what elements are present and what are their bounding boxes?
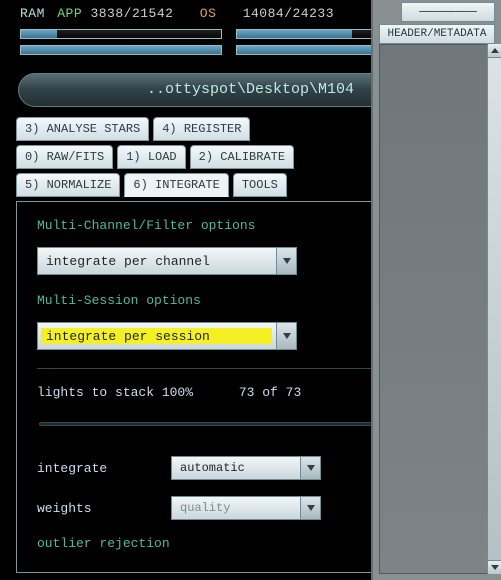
- meter-app: [20, 29, 222, 39]
- app-value: 3838/21542: [90, 6, 173, 21]
- os-label: OS: [200, 6, 217, 21]
- tab-load[interactable]: 1) LOAD: [117, 145, 185, 169]
- channel-mode-value: integrate per channel: [38, 254, 210, 269]
- session-mode-select[interactable]: integrate per session: [37, 322, 297, 350]
- channel-mode-select[interactable]: integrate per channel: [37, 247, 297, 275]
- tab-tools[interactable]: TOOLS: [233, 173, 287, 197]
- meter-row2-1: [20, 45, 222, 55]
- stack-count: 73 of 73: [239, 385, 301, 400]
- ram-label: RAM: [20, 6, 45, 21]
- tab-integrate[interactable]: 6) INTEGRATE: [124, 173, 228, 197]
- metadata-tab-header[interactable]: HEADER/METADATA: [379, 24, 495, 44]
- integrate-mode-value: automatic: [172, 461, 245, 475]
- metadata-body: [379, 44, 497, 574]
- tab-register[interactable]: 4) REGISTER: [153, 117, 250, 141]
- app-label: APP: [57, 6, 82, 21]
- integrate-mode-label: integrate: [37, 461, 159, 476]
- metadata-scrollbar[interactable]: [487, 44, 501, 574]
- tab-normalize[interactable]: 5) NORMALIZE: [16, 173, 120, 197]
- weights-value: quality: [172, 501, 230, 515]
- tab-calibrate[interactable]: 2) CALIBRATE: [190, 145, 294, 169]
- session-mode-value: integrate per session: [38, 329, 210, 344]
- chevron-down-icon: [276, 248, 296, 274]
- chevron-down-icon: [276, 323, 296, 349]
- integrate-mode-select[interactable]: automatic: [171, 456, 321, 480]
- scroll-down-icon[interactable]: [488, 560, 501, 574]
- metadata-pane: ──────── HEADER/METADATA: [371, 0, 501, 580]
- chevron-down-icon: [300, 497, 320, 519]
- tab-raw-fits[interactable]: 0) RAW/FITS: [16, 145, 113, 169]
- metadata-tab-upper[interactable]: ────────: [401, 2, 495, 22]
- weights-label: weights: [37, 501, 159, 516]
- os-value: 14084/24233: [243, 6, 334, 21]
- chevron-down-icon: [300, 457, 320, 479]
- scroll-up-icon[interactable]: [488, 44, 501, 58]
- weights-select[interactable]: quality: [171, 496, 321, 520]
- stack-percent-label: lights to stack 100%: [37, 385, 193, 400]
- tab-analyse-stars[interactable]: 3) ANALYSE STARS: [16, 117, 149, 141]
